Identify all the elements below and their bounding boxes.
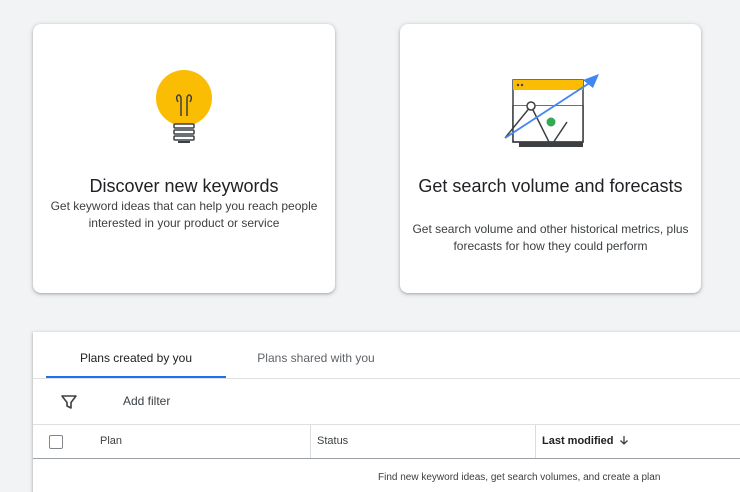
plans-tabs: Plans created by you Plans shared with y…: [33, 332, 740, 379]
tab-plans-created[interactable]: Plans created by you: [46, 332, 226, 378]
empty-state-message: Find new keyword ideas, get search volum…: [378, 472, 661, 483]
discover-keywords-card[interactable]: Discover new keywords Get keyword ideas …: [33, 24, 335, 293]
plans-panel: Plans created by you Plans shared with y…: [33, 332, 740, 492]
discover-description: Get keyword ideas that can help you reac…: [50, 199, 318, 230]
column-last-modified-label: Last modified: [542, 435, 614, 447]
column-status[interactable]: Status: [317, 425, 348, 458]
lightbulb-icon: [33, 68, 335, 168]
table-header: Plan Status Last modified: [33, 425, 740, 459]
search-volume-card[interactable]: Get search volume and forecasts Get sear…: [400, 24, 701, 293]
discover-title: Discover new keywords: [89, 176, 279, 196]
column-plan[interactable]: Plan: [100, 425, 122, 458]
active-tab-indicator: [46, 376, 226, 378]
forecast-description: Get search volume and other historical m…: [412, 222, 689, 253]
filter-bar: Add filter: [33, 379, 740, 425]
arrow-down-icon: [619, 426, 629, 445]
column-last-modified[interactable]: Last modified: [542, 425, 629, 458]
column-divider: [535, 425, 536, 458]
tab-plans-shared[interactable]: Plans shared with you: [226, 332, 406, 378]
forecast-title: Get search volume and forecasts: [418, 176, 683, 196]
column-divider: [310, 425, 311, 458]
filter-icon[interactable]: [60, 393, 78, 411]
chart-trend-icon: [400, 70, 701, 150]
add-filter-button[interactable]: Add filter: [123, 379, 170, 424]
select-all-checkbox[interactable]: [49, 435, 63, 449]
